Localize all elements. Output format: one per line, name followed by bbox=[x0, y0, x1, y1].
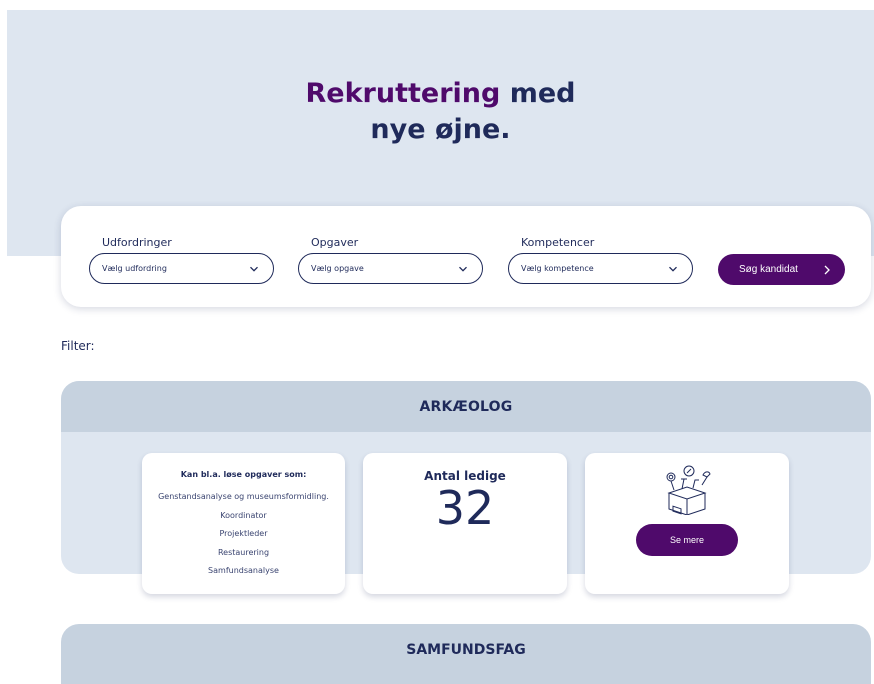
tasks-tile: Kan bl.a. løse opgaver som: Genstandsana… bbox=[142, 453, 345, 594]
list-item: Projektleder bbox=[219, 529, 268, 538]
hero-title-rest: med bbox=[500, 78, 576, 109]
challenges-label: Udfordringer bbox=[102, 236, 172, 249]
chevron-down-icon bbox=[459, 266, 467, 272]
tasks-select[interactable]: Vælg opgave bbox=[298, 253, 483, 284]
search-candidate-button[interactable]: Søg kandidat bbox=[718, 254, 845, 285]
available-count-tile: Antal ledige 32 bbox=[363, 453, 567, 594]
profession-title: SAMFUNDSFAG bbox=[406, 641, 526, 658]
hero-title: Rekruttering med nye øjne. bbox=[7, 76, 874, 148]
profession-title: ARKÆOLOG bbox=[61, 381, 871, 432]
list-item: Genstandsanalyse og museumsformidling. bbox=[158, 492, 329, 501]
challenges-select[interactable]: Vælg udfordring bbox=[89, 253, 274, 284]
list-item: Restaurering bbox=[217, 547, 270, 557]
competences-select[interactable]: Vælg kompetence bbox=[508, 253, 693, 284]
toolbox-illustration-icon bbox=[666, 465, 711, 515]
competences-label: Kompetencer bbox=[521, 236, 595, 249]
list-item: Koordinator bbox=[220, 510, 267, 520]
hero-title-accent: Rekruttering bbox=[305, 78, 501, 109]
profession-card-social-studies: SAMFUNDSFAG bbox=[61, 624, 871, 684]
search-candidate-label: Søg kandidat bbox=[739, 264, 798, 275]
competences-field: Kompetencer Vælg kompetence bbox=[508, 236, 693, 284]
tasks-label: Opgaver bbox=[311, 236, 359, 249]
tasks-heading: Kan bl.a. løse opgaver som: bbox=[180, 470, 307, 479]
profession-card-archaeologist: ARKÆOLOG Kan bl.a. løse opgaver som: Gen… bbox=[61, 381, 871, 594]
see-more-tile: Se mere bbox=[585, 453, 789, 594]
filter-label: Filter: bbox=[61, 339, 95, 353]
available-count-value: 32 bbox=[435, 481, 495, 535]
tasks-placeholder: Vælg opgave bbox=[311, 264, 364, 273]
hero-title-line2: nye øjne. bbox=[370, 114, 511, 145]
chevron-down-icon bbox=[669, 266, 677, 272]
chevron-down-icon bbox=[250, 266, 258, 272]
list-item: Samfundsanalyse bbox=[208, 566, 279, 575]
chevron-right-icon bbox=[824, 265, 830, 274]
challenges-placeholder: Vælg udfordring bbox=[102, 264, 167, 273]
candidate-search-panel: Udfordringer Vælg udfordring Opgaver Væl… bbox=[61, 206, 871, 307]
see-more-button[interactable]: Se mere bbox=[636, 524, 738, 556]
competences-placeholder: Vælg kompetence bbox=[521, 264, 594, 273]
tasks-field: Opgaver Vælg opgave bbox=[298, 236, 483, 284]
tasks-list: Genstandsanalyse og museumsformidling. K… bbox=[142, 488, 345, 581]
challenges-field: Udfordringer Vælg udfordring bbox=[89, 236, 274, 284]
